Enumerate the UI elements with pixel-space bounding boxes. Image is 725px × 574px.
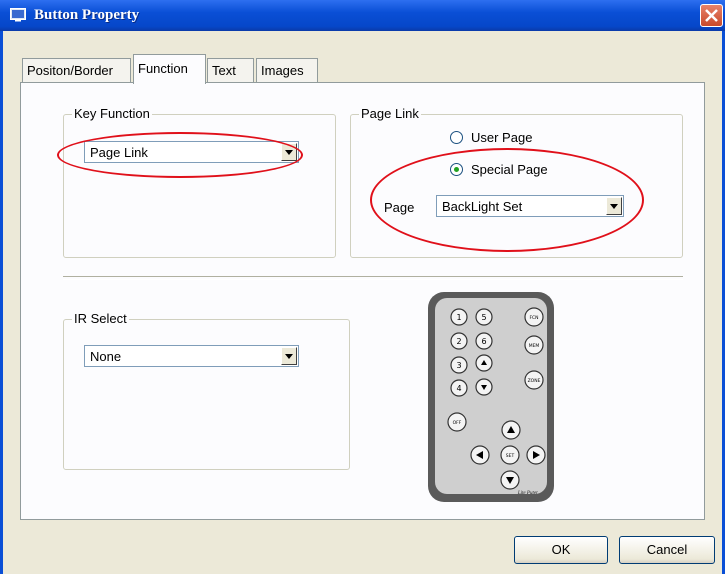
key-function-title: Key Function	[72, 106, 152, 121]
ir-select-value: None	[90, 349, 122, 364]
remote-key-4-label: 4	[456, 384, 461, 393]
tab-label: Images	[261, 63, 304, 78]
close-button[interactable]	[700, 4, 723, 27]
tab-label: Function	[138, 61, 188, 76]
tab-function[interactable]: Function	[133, 54, 206, 84]
remote-key-set-label: SET	[506, 453, 515, 459]
window-border-left	[0, 31, 3, 574]
remote-key-fcn-label: FCN	[529, 315, 538, 321]
remote-key-1-label: 1	[456, 313, 461, 322]
remote-key-5-label: 5	[481, 313, 486, 322]
tab-position-border[interactable]: Positon/Border	[22, 58, 131, 82]
tab-text[interactable]: Text	[207, 58, 254, 82]
dropdown-button[interactable]	[281, 347, 297, 365]
remote-key-off-label: OFF	[453, 420, 462, 426]
ok-button[interactable]: OK	[514, 536, 608, 564]
tab-label: Text	[212, 63, 236, 78]
cancel-button[interactable]: Cancel	[619, 536, 715, 564]
remote-key-3-label: 3	[456, 361, 461, 370]
remote-control-image: 1 2 3 4 5 6 FCN MEM ZONE OFF SET Lite Pu…	[428, 292, 554, 502]
remote-key-mem-label: MEM	[529, 343, 540, 349]
chevron-down-icon	[285, 354, 293, 359]
tab-images[interactable]: Images	[256, 58, 318, 82]
ir-select-group: IR Select	[63, 311, 350, 470]
remote-key-2-label: 2	[456, 337, 461, 346]
tab-label: Positon/Border	[27, 63, 113, 78]
annotation-ellipse	[370, 148, 644, 252]
title-bar[interactable]: Button Property	[0, 0, 725, 31]
window-app-icon	[10, 8, 26, 22]
close-icon	[705, 9, 718, 22]
window-title: Button Property	[34, 7, 140, 23]
remote-key-zone-label: ZONE	[528, 378, 541, 384]
ir-select-title: IR Select	[72, 311, 129, 326]
user-page-radio[interactable]	[450, 131, 463, 144]
remote-key-6-label: 6	[481, 337, 486, 346]
annotation-ellipse	[57, 132, 303, 178]
remote-brand-label: Lite Puter	[517, 491, 538, 496]
user-page-label: User Page	[471, 130, 533, 145]
ir-select-dropdown[interactable]: None	[84, 345, 299, 367]
page-link-title: Page Link	[359, 106, 421, 121]
separator	[63, 276, 683, 280]
